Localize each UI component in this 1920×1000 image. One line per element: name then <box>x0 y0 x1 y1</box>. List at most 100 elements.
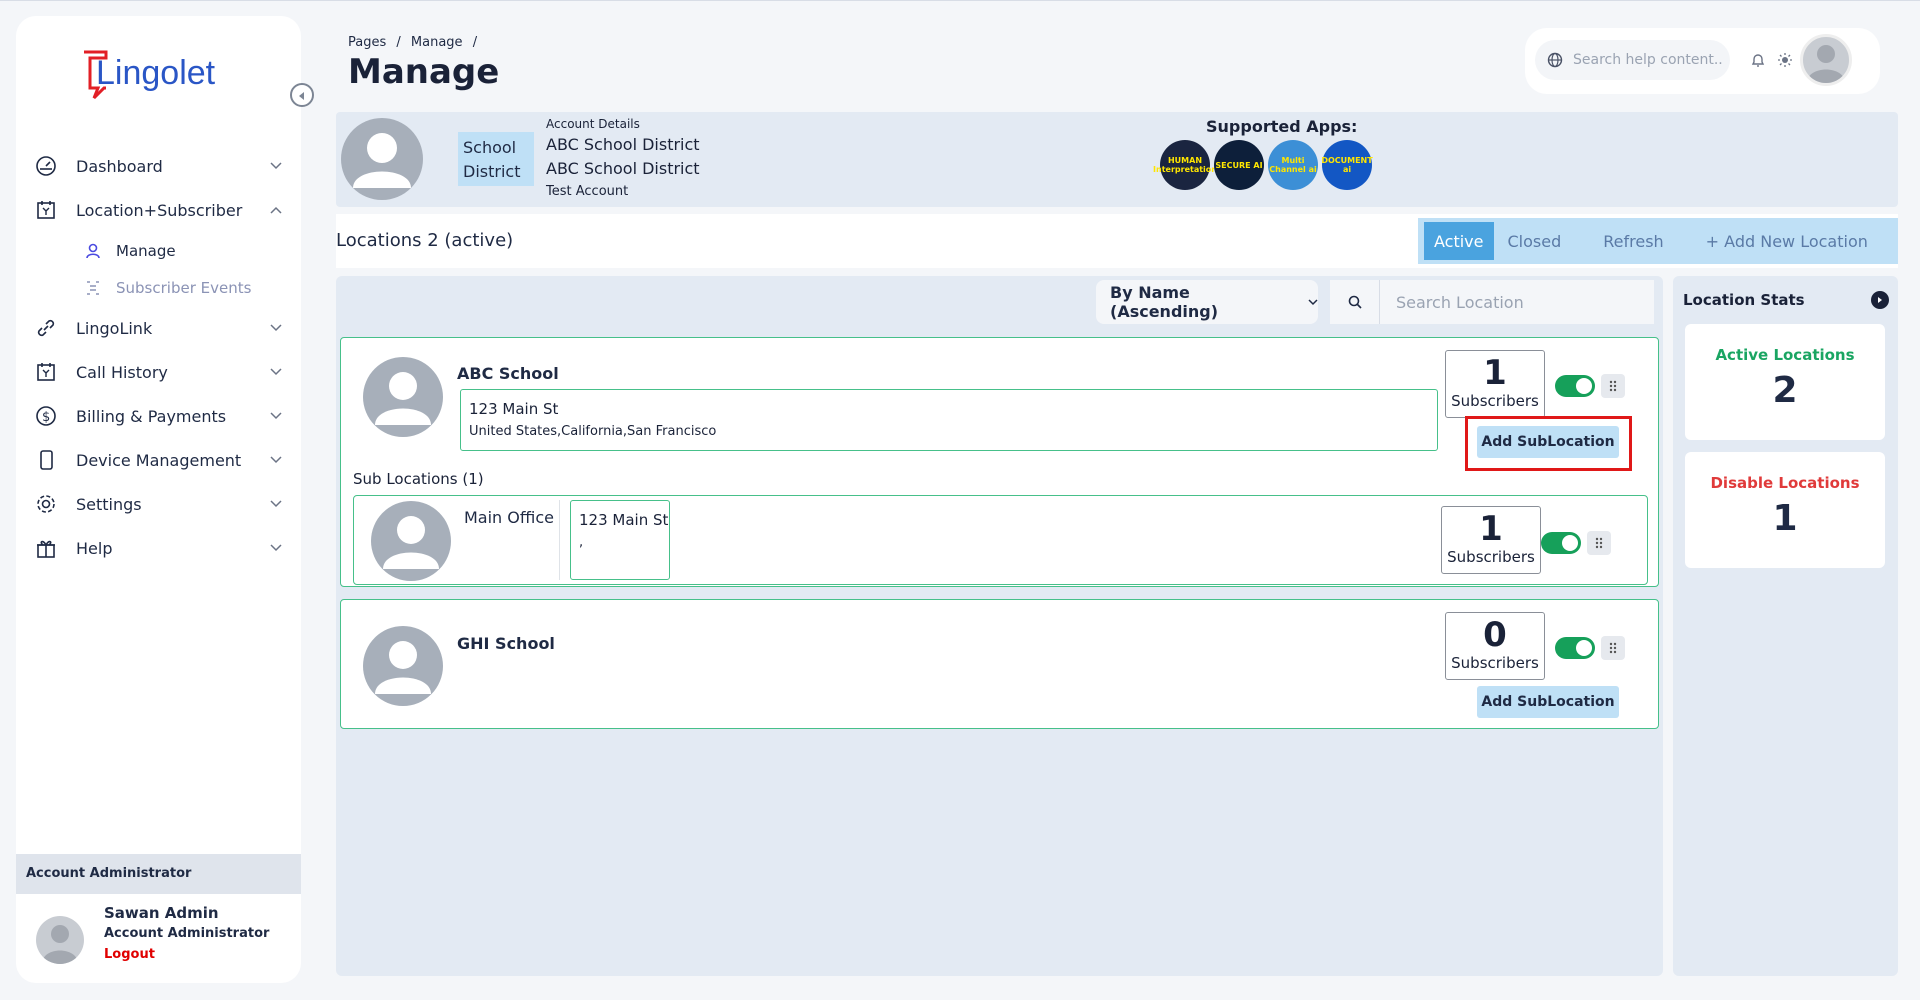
filter-closed-button[interactable]: Closed <box>1498 222 1572 260</box>
active-locations-card: Active Locations 2 <box>1685 324 1885 440</box>
account-summary: School District Account Details ABC Scho… <box>336 112 1898 207</box>
svg-text:$: $ <box>42 410 50 425</box>
gift-icon <box>34 536 58 560</box>
sidebar-item-label: Location+Subscriber <box>76 200 243 220</box>
app-secure-ai[interactable]: SECURE AI <box>1214 140 1264 190</box>
top-toolbar: Search help content.. <box>1525 28 1880 94</box>
profile-block: Sawan Admin Account Administrator Logout <box>16 904 301 983</box>
breadcrumb-sep: / <box>396 35 401 50</box>
location-name: GHI School <box>457 634 555 653</box>
add-sublocation-button[interactable]: Add SubLocation <box>1477 426 1619 458</box>
sun-icon[interactable] <box>1777 52 1793 72</box>
account-type-badge: School District <box>458 132 534 186</box>
location-active-toggle[interactable] <box>1555 637 1595 659</box>
refresh-button[interactable]: Refresh <box>1593 222 1673 260</box>
profile-name: Sawan Admin <box>104 904 219 922</box>
sidebar-subitem-label: Subscriber Events <box>116 278 252 297</box>
breadcrumb-pages[interactable]: Pages <box>348 35 386 50</box>
sidebar-item-device-management[interactable]: Device Management <box>32 438 287 482</box>
filter-active-button[interactable]: Active <box>1424 222 1494 260</box>
divider <box>559 500 560 580</box>
chevron-left-icon <box>297 86 307 105</box>
calendar-icon <box>34 360 58 384</box>
sidebar-item-label: Dashboard <box>76 156 163 176</box>
help-search-placeholder: Search help content.. <box>1573 52 1723 68</box>
chevron-down-icon <box>269 365 283 379</box>
sidebar-subitem-subscriber-events[interactable]: Subscriber Events <box>32 269 287 306</box>
sidebar-subitem-manage[interactable]: Manage <box>32 232 287 269</box>
add-new-location-button[interactable]: + Add New Location <box>1696 222 1878 260</box>
search-icon[interactable] <box>1330 280 1380 324</box>
sidebar-nav: Dashboard Location+Subscriber Manage Sub… <box>32 144 287 570</box>
chevron-down-icon <box>269 321 283 335</box>
lingolet-logo[interactable]: Lingolet <box>76 46 256 106</box>
sort-dropdown[interactable]: By Name (Ascending) <box>1096 280 1318 324</box>
sidebar-item-settings[interactable]: Settings <box>32 482 287 526</box>
supported-apps-list: HUMAN Interpretation SECURE AI Multi Cha… <box>1153 140 1373 190</box>
sidebar-item-label: Billing & Payments <box>76 406 227 426</box>
sidebar-item-location-subscriber[interactable]: Location+Subscriber <box>32 188 287 232</box>
list-icon <box>84 279 102 297</box>
phone-icon <box>34 448 58 472</box>
locations-count-title: Locations 2 (active) <box>336 230 514 251</box>
link-icon <box>34 316 58 340</box>
location-search-input[interactable] <box>1380 292 1640 312</box>
bell-icon[interactable] <box>1750 52 1766 72</box>
location-avatar <box>363 626 443 706</box>
sidebar-item-billing-payments[interactable]: $ Billing & Payments <box>32 394 287 438</box>
add-sublocation-button[interactable]: Add SubLocation <box>1477 686 1619 718</box>
account-type-line: District <box>463 162 521 181</box>
avatar[interactable] <box>36 916 84 964</box>
logout-link[interactable]: Logout <box>104 947 155 962</box>
disable-locations-value: 1 <box>1772 498 1798 539</box>
disable-locations-label: Disable Locations <box>1710 474 1860 492</box>
sublocations-header: Sub Locations (1) <box>353 470 484 488</box>
address-line2: United States,California,San Francisco <box>469 424 717 439</box>
account-note: Test Account <box>546 184 629 199</box>
sort-dropdown-label: By Name (Ascending) <box>1110 283 1219 321</box>
chevron-down-icon <box>269 453 283 467</box>
app-multichannel-ai[interactable]: Multi Channel ai <box>1268 140 1318 190</box>
app-document-ai[interactable]: DOCUMENT ai <box>1321 140 1373 190</box>
location-card: ABC School 123 Main St United States,Cal… <box>340 337 1659 587</box>
subscribers-count-box: 0 Subscribers <box>1445 612 1545 680</box>
account-name-secondary: ABC School District <box>546 159 700 178</box>
app-human-interpretation[interactable]: HUMAN Interpretation <box>1153 140 1217 190</box>
location-name: ABC School <box>457 364 559 383</box>
account-type-line: School <box>463 138 517 157</box>
sidebar-subitem-label: Manage <box>116 241 176 260</box>
sidebar-item-label: Help <box>76 538 113 558</box>
breadcrumb-sep: / <box>472 35 478 50</box>
breadcrumb-manage[interactable]: Manage <box>411 35 463 50</box>
location-active-toggle[interactable] <box>1555 375 1595 397</box>
location-address-box: 123 Main St United States,California,San… <box>460 389 1438 451</box>
sidebar-item-lingolink[interactable]: LingoLink <box>32 306 287 350</box>
disable-locations-card: Disable Locations 1 <box>1685 452 1885 568</box>
page-title: Manage <box>348 52 500 92</box>
sidebar-item-dashboard[interactable]: Dashboard <box>32 144 287 188</box>
subscribers-count-box: 1 Subscribers <box>1445 350 1545 418</box>
subscribers-count: 1 <box>1483 353 1507 393</box>
location-stats-panel: Location Stats Active Locations 2 Disabl… <box>1673 276 1898 976</box>
locations-panel: By Name (Ascending) ABC School 123 Main … <box>336 276 1663 976</box>
help-search-input[interactable]: Search help content.. <box>1535 40 1730 80</box>
account-details-label: Account Details <box>546 117 640 131</box>
chevron-up-icon <box>269 203 283 217</box>
chevron-right-icon[interactable] <box>1871 291 1889 309</box>
user-icon <box>84 242 102 260</box>
drag-handle-icon[interactable] <box>1587 531 1611 555</box>
supported-apps-label: Supported Apps: <box>1206 117 1358 136</box>
sublocation-active-toggle[interactable] <box>1541 532 1581 554</box>
sidebar-item-help[interactable]: Help <box>32 526 287 570</box>
sidebar-collapse-button[interactable] <box>290 83 314 107</box>
sublocation-address-box: 123 Main St , <box>570 500 670 580</box>
sublocation-name: Main Office <box>464 508 554 527</box>
drag-handle-icon[interactable] <box>1601 636 1625 660</box>
sidebar-item-call-history[interactable]: Call History <box>32 350 287 394</box>
gear-icon <box>34 492 58 516</box>
active-locations-value: 2 <box>1772 370 1798 411</box>
subscribers-count: 1 <box>1479 509 1503 549</box>
location-search <box>1330 280 1654 324</box>
avatar[interactable] <box>1800 34 1852 86</box>
drag-handle-icon[interactable] <box>1601 374 1625 398</box>
